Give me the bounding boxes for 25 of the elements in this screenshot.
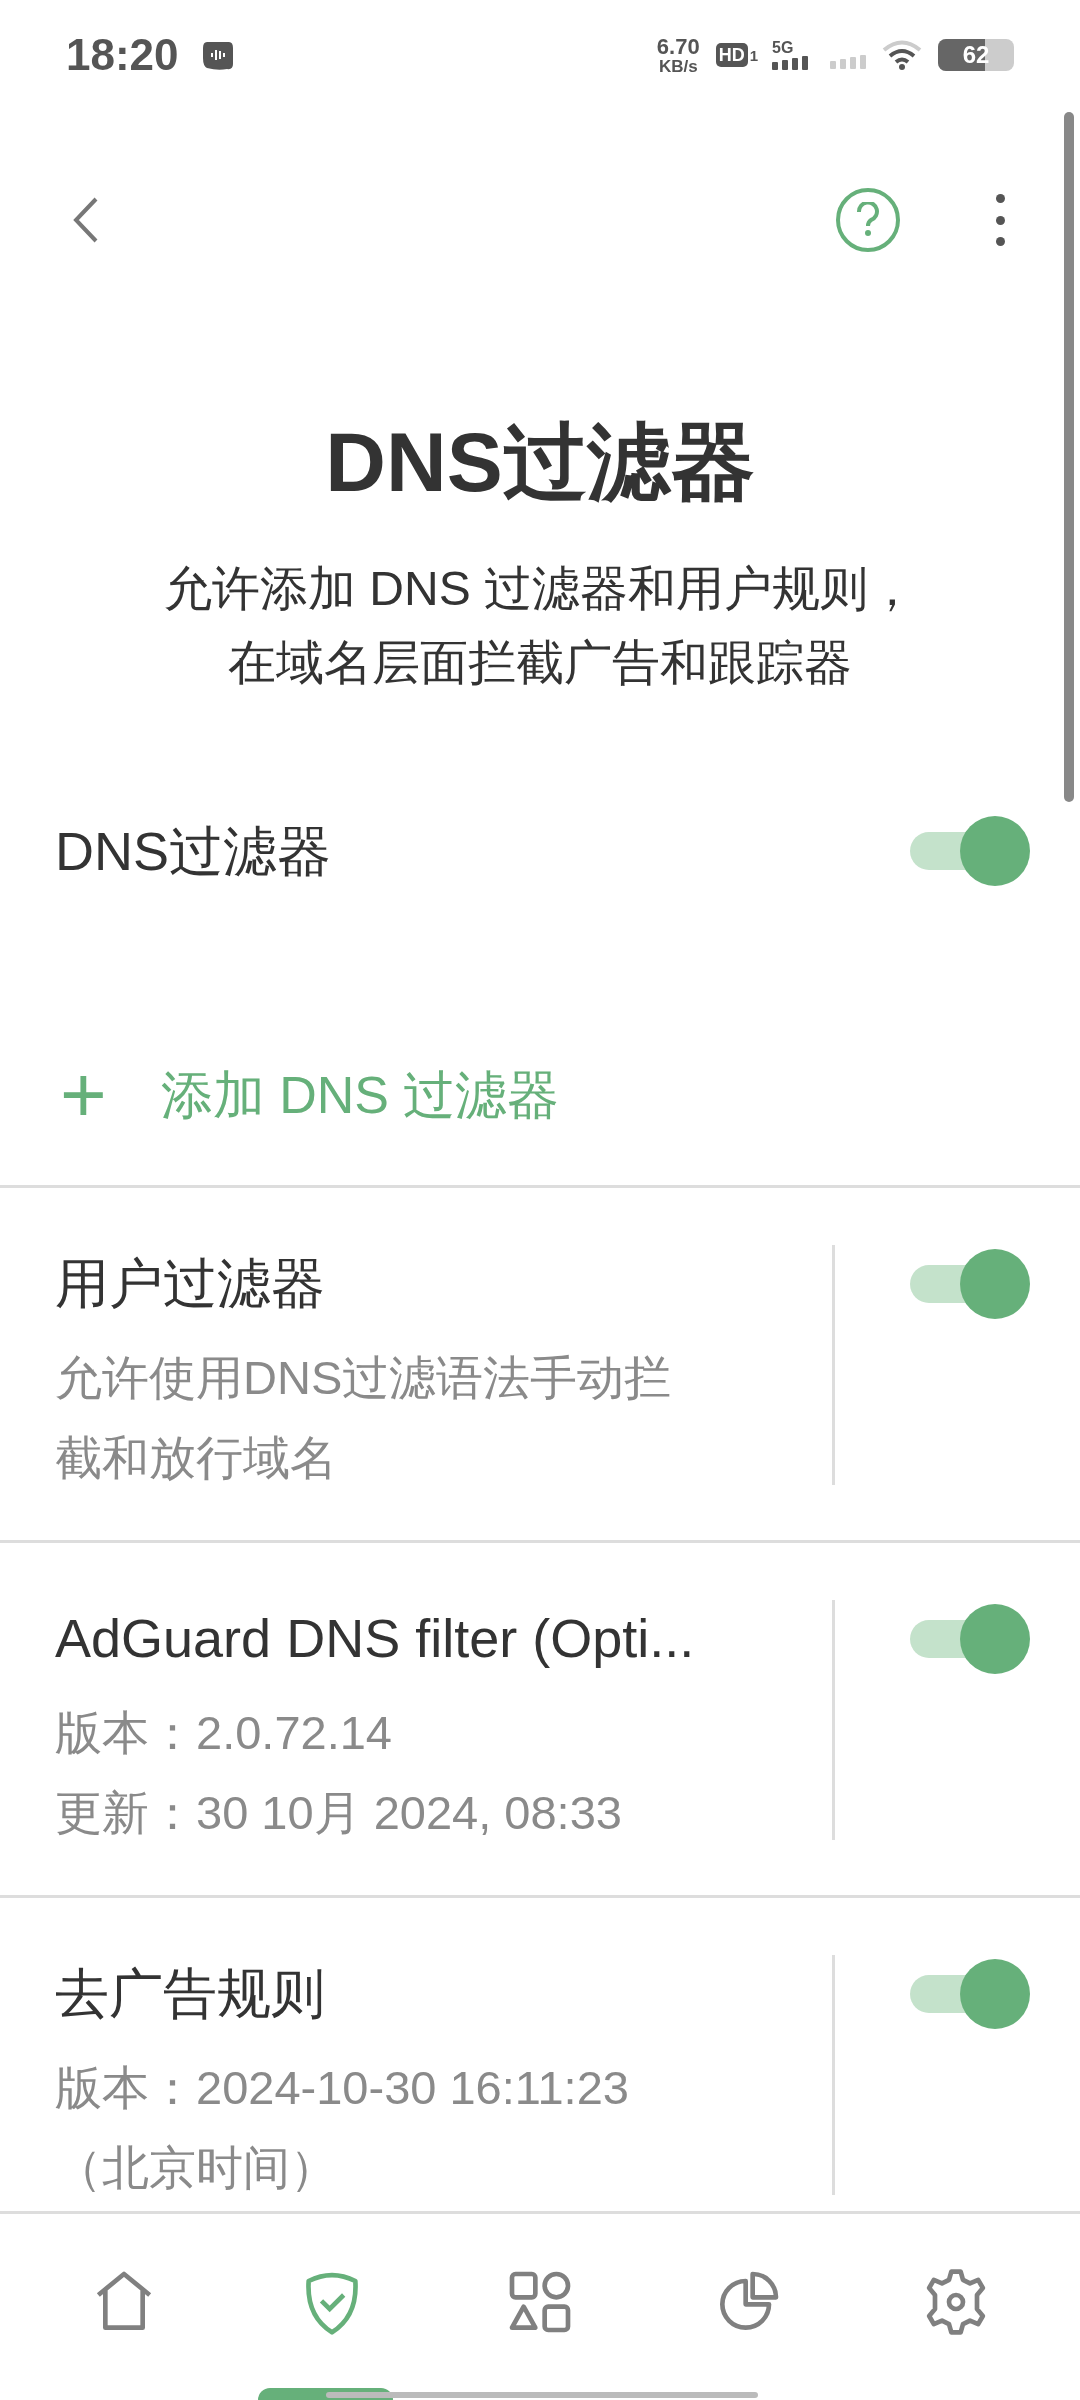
toggle-label: DNS过滤器: [55, 819, 331, 883]
filter-detail: （北京时间）: [55, 2139, 338, 2196]
filter-detail: 允许使用DNS过滤语法手动拦: [55, 1349, 673, 1406]
hd-badge: HD: [715, 43, 748, 67]
speed-unit: KB/s: [658, 57, 698, 75]
help-icon: [856, 202, 880, 238]
filter-detail: 截和放行域名: [55, 1429, 338, 1486]
filter-detail: 更新：30 10月 2024, 08:33: [55, 1784, 623, 1841]
subtitle-line: 在域名层面拦截广告和跟踪器: [228, 635, 852, 691]
help-button[interactable]: [836, 188, 900, 252]
filter-title: 用户过滤器: [55, 1252, 326, 1315]
filter-title: AdGuard DNS filter (Opti...: [55, 1607, 696, 1670]
filter-detail: 版本：2024-10-30 16:11:23: [55, 2059, 630, 2116]
network-type: 5G: [772, 40, 794, 56]
signal-icon: [772, 56, 808, 70]
subtitle-line: 允许添加 DNS 过滤器和用户规则，: [164, 561, 916, 617]
clock: 18:20: [66, 29, 179, 81]
signal-icon: [830, 55, 866, 69]
page-title: DNS过滤器: [324, 420, 756, 504]
wifi-icon: [882, 39, 922, 71]
filter-title: 去广告规则: [55, 1962, 326, 2025]
add-filter-button[interactable]: + 添加 DNS 过滤器: [0, 1045, 1080, 1145]
sim-number: 1: [749, 45, 758, 66]
filter-detail: 版本：2.0.72.14: [55, 1704, 393, 1761]
network-speed: 6.70: [656, 35, 700, 58]
